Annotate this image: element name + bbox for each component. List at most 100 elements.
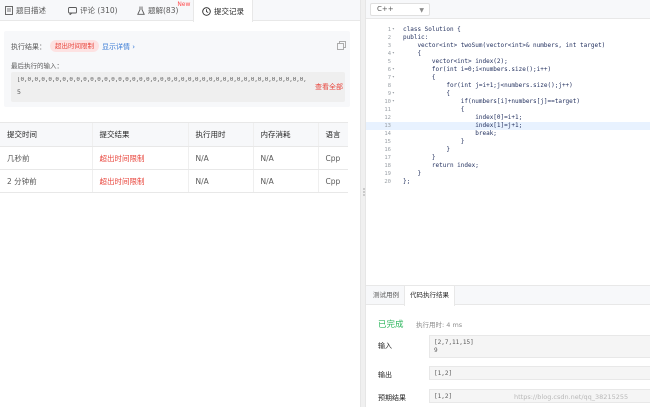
- code-text: }: [403, 138, 465, 145]
- line-number: 4: [387, 51, 391, 57]
- code-text: index[0]=i+1;: [403, 114, 523, 121]
- tab-description[interactable]: 题目描述: [4, 0, 46, 21]
- code-line[interactable]: 2 public:: [366, 34, 650, 42]
- code-line[interactable]: 20};: [366, 178, 650, 186]
- code-text: {: [403, 106, 465, 113]
- line-number: 14: [384, 131, 391, 137]
- line-number: 18: [384, 163, 391, 169]
- fold-icon[interactable]: ▾: [392, 66, 395, 74]
- editor-toolbar: C++ ▼: [366, 0, 650, 19]
- code-line[interactable]: 8 for(int j=i+1;j<numbers.size();j++): [366, 82, 650, 90]
- code-text: class Solution {: [403, 26, 461, 33]
- last-input-target: 5: [17, 88, 21, 96]
- code-line[interactable]: 1 ▾ class Solution {: [366, 26, 650, 34]
- code-text: return index;: [403, 162, 479, 169]
- status-badge: 超出时间限制: [50, 40, 99, 52]
- problem-tabs: 题目描述 评论 (310) 题解(83) New 提交记录: [0, 0, 360, 22]
- fold-icon[interactable]: ▾: [392, 74, 395, 82]
- line-number: 3: [387, 43, 391, 49]
- language-select[interactable]: C++ ▼: [370, 3, 430, 16]
- code-editor[interactable]: 1 ▾ class Solution {2 public: 3 vector<int> …: [366, 20, 650, 282]
- code-text: for(int i=0;i<numbers.size();i++): [403, 66, 552, 73]
- line-number: 19: [384, 171, 391, 177]
- submissions-table: 提交时间 提交结果 执行用时 内存消耗 语言 几秒前 超出时间限制 N/A N/…: [0, 122, 348, 193]
- code-line[interactable]: 9 ▾ {: [366, 90, 650, 98]
- code-line[interactable]: 3 vector<int> twoSum(vector<int>& number…: [366, 42, 650, 50]
- code-line[interactable]: 15 }: [366, 138, 650, 146]
- fold-icon[interactable]: ▾: [392, 90, 395, 98]
- tab-testcase[interactable]: 测试用例: [373, 286, 399, 305]
- cell-time: 2 分钟前: [0, 169, 92, 193]
- code-line[interactable]: 14 break;: [366, 130, 650, 138]
- line-number: 12: [384, 115, 391, 121]
- console-panel: 测试用例 代码执行结果 已完成 执行用时: 4 ms 输入 [2,7,11,15…: [366, 285, 650, 407]
- col-runtime[interactable]: 执行用时: [187, 122, 253, 147]
- code-line[interactable]: 19 }: [366, 170, 650, 178]
- left-pane: 题目描述 评论 (310) 题解(83) New 提交记录 执行结果： 超出时间…: [0, 0, 360, 407]
- cell-runtime: N/A: [187, 146, 253, 170]
- table-row[interactable]: 几秒前 超出时间限制 N/A N/A Cpp: [0, 146, 348, 170]
- clock-icon: [202, 6, 211, 16]
- watermark: https://blog.csdn.net/qq_38215255: [514, 393, 629, 401]
- document-icon: [4, 6, 13, 15]
- code-line[interactable]: 4 ▾ {: [366, 50, 650, 58]
- code-line[interactable]: 13 index[1]=j+1;: [366, 122, 650, 130]
- line-number: 10: [384, 99, 391, 105]
- flask-icon: [136, 6, 145, 15]
- code-text: public:: [403, 34, 429, 41]
- view-all-link[interactable]: 查看全部: [315, 82, 343, 92]
- code-text: };: [403, 178, 411, 185]
- console-tabs: 测试用例 代码执行结果: [366, 286, 650, 306]
- col-language[interactable]: 语言: [317, 122, 348, 147]
- fold-icon[interactable]: ▾: [392, 26, 395, 34]
- input-value: [2,7,11,15] 9: [429, 335, 650, 358]
- code-line[interactable]: 7 ▾ {: [366, 74, 650, 82]
- tab-solutions[interactable]: 题解(83) New: [136, 0, 190, 21]
- code-text: }: [403, 146, 450, 153]
- tab-comments[interactable]: 评论 (310): [68, 0, 118, 21]
- tab-run-result[interactable]: 代码执行结果: [404, 286, 455, 306]
- language-select-value: C++: [377, 5, 394, 13]
- code-text: index[1]=j+1;: [403, 122, 523, 129]
- table-row[interactable]: 2 分钟前 超出时间限制 N/A N/A Cpp: [0, 169, 348, 193]
- code-text: if(numbers[i]+numbers[j]==target): [403, 98, 581, 105]
- code-text: {: [403, 50, 422, 57]
- splitter-grip-icon: [362, 188, 365, 196]
- code-line[interactable]: 16 }: [366, 146, 650, 154]
- col-submit-result[interactable]: 提交结果: [91, 122, 188, 147]
- code-text: }: [403, 154, 436, 161]
- line-number: 20: [384, 179, 391, 185]
- code-line[interactable]: 12 index[0]=i+1;: [366, 114, 650, 122]
- show-details-link[interactable]: 显示详情 ›: [102, 42, 135, 52]
- cell-runtime: N/A: [187, 169, 253, 193]
- last-input-array: [0,0,0,0,0,0,0,0,0,0,0,0,0,0,0,0,0,0,0,0…: [17, 77, 307, 83]
- fold-icon[interactable]: ▾: [392, 50, 395, 58]
- right-pane: C++ ▼ 1 ▾ class Solution {2 public: 3 vector…: [366, 0, 650, 407]
- code-line[interactable]: 5 vector<int> index(2);: [366, 58, 650, 66]
- col-memory[interactable]: 内存消耗: [252, 122, 318, 147]
- col-submit-time[interactable]: 提交时间: [0, 122, 92, 147]
- chevron-down-icon: ▼: [419, 7, 424, 14]
- cell-result[interactable]: 超出时间限制: [91, 169, 188, 193]
- line-number: 11: [384, 107, 391, 113]
- last-input-label: 最后执行的输入：: [11, 62, 63, 70]
- output-value: [1,2]: [429, 366, 650, 380]
- copy-icon[interactable]: [337, 41, 346, 50]
- code-line[interactable]: 11 {: [366, 106, 650, 114]
- cell-result[interactable]: 超出时间限制: [91, 146, 188, 170]
- code-line[interactable]: 18 return index;: [366, 162, 650, 170]
- code-line[interactable]: 17 }: [366, 154, 650, 162]
- line-number: 9: [387, 91, 391, 97]
- input-label: 输入: [378, 342, 392, 350]
- cell-memory: N/A: [252, 146, 318, 170]
- code-line[interactable]: 10 ▾ if(numbers[i]+numbers[j]==target): [366, 98, 650, 106]
- code-text: for(int j=i+1;j<numbers.size();j++): [403, 82, 573, 89]
- expected-label: 预期结果: [378, 394, 406, 402]
- code-line[interactable]: 6 ▾ for(int i=0;i<numbers.size();i++): [366, 66, 650, 74]
- comment-icon: [68, 6, 77, 15]
- run-status: 已完成: [378, 320, 404, 330]
- line-number: 5: [387, 59, 391, 65]
- run-runtime: 执行用时: 4 ms: [416, 321, 463, 329]
- fold-icon[interactable]: ▾: [392, 98, 395, 106]
- tab-submissions[interactable]: 提交记录: [193, 0, 253, 22]
